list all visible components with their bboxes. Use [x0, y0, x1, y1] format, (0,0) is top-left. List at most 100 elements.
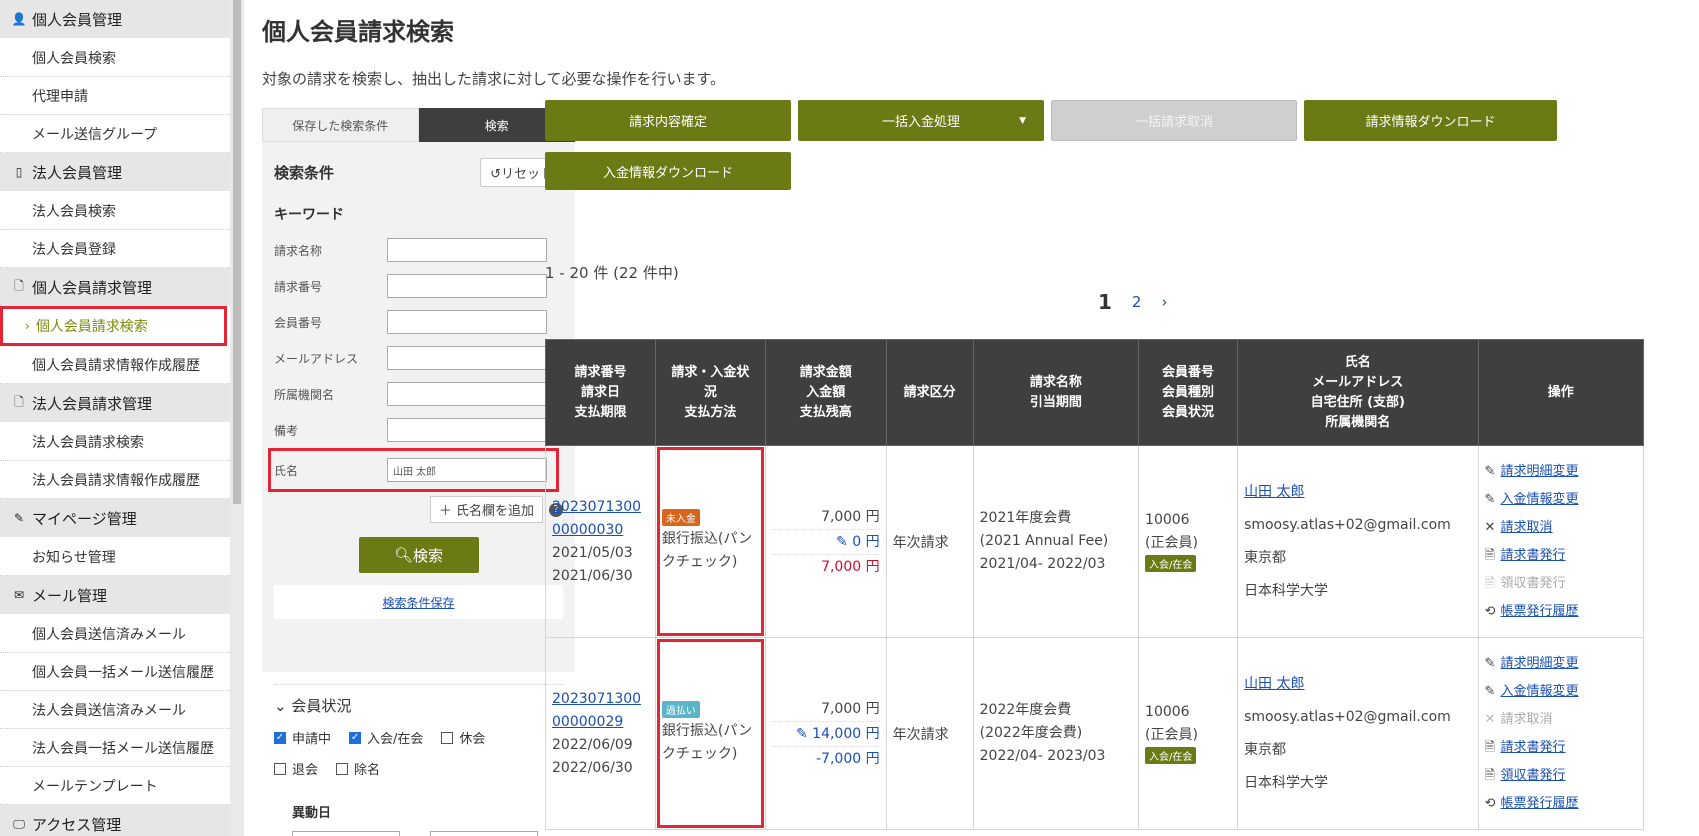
status-checkbox[interactable]: 退会	[274, 759, 318, 778]
operation-link[interactable]: 入金情報変更	[1501, 684, 1579, 699]
member-status-title[interactable]: ⌄ 会員状況	[274, 684, 563, 716]
bulk-cancel-button[interactable]: 一括請求取消	[1051, 100, 1297, 141]
status-checkbox[interactable]: 休会	[441, 728, 485, 747]
checkbox-icon[interactable]	[274, 762, 286, 775]
result-count: 1 - 20 件 (22 件中)	[545, 264, 679, 282]
sidebar-item[interactable]: 法人会員登録	[0, 230, 230, 268]
operation-link: 領収書発行	[1500, 575, 1566, 591]
billing-name: 2022年度会費	[979, 702, 1072, 718]
checkbox-icon[interactable]	[441, 731, 454, 744]
confirm-billing-button[interactable]: 請求内容確定	[545, 100, 791, 141]
field-input[interactable]	[387, 310, 547, 334]
sidebar-item[interactable]: 法人会員検索	[0, 192, 230, 230]
field-input[interactable]	[387, 274, 547, 298]
operation-link[interactable]: 請求取消	[1501, 520, 1553, 535]
operation-link[interactable]: 請求明細変更	[1501, 656, 1579, 671]
sidebar-item-label: 個人会員請求検索	[35, 319, 148, 335]
field-input[interactable]	[387, 238, 547, 262]
keyword-field-row: メールアドレス	[274, 340, 563, 376]
add-name-field-button[interactable]: ＋ 氏名欄を追加	[429, 496, 543, 523]
download-billing-button[interactable]: 請求情報ダウンロード	[1304, 100, 1557, 141]
sidebar-item-label: 法人会員一括メール送信履歴	[32, 740, 214, 757]
sidebar-item[interactable]: 個人会員請求情報作成履歴	[0, 346, 230, 384]
save-conditions-link[interactable]: 検索条件保存	[382, 594, 454, 611]
checkbox-icon[interactable]: ✓	[349, 731, 362, 744]
search-icon: 🔍︎	[393, 546, 414, 564]
person-name-link[interactable]: 山田 太郎	[1244, 668, 1471, 701]
sidebar-item[interactable]: › 個人会員請求検索	[0, 306, 227, 346]
field-input[interactable]	[387, 382, 547, 406]
checkbox-icon[interactable]: ✓	[274, 731, 286, 744]
operation-link[interactable]: 入金情報変更	[1501, 492, 1579, 507]
keyword-field-row: 氏名 山田 太郎	[268, 448, 559, 492]
field-input[interactable]	[387, 346, 547, 370]
sidebar-item[interactable]: メールテンプレート	[0, 767, 230, 805]
person-icon: 👤	[11, 12, 27, 26]
download-payment-button[interactable]: 入金情報ダウンロード	[545, 152, 791, 190]
amount-cell: 7,000 円 ✎ 0 円 7,000 円	[764, 445, 887, 638]
billing-date: 2022/06/09	[552, 736, 633, 753]
bulk-payment-button[interactable]: 一括入金処理 ▼	[798, 100, 1044, 141]
chevron-down-icon: ⌄	[274, 697, 292, 715]
operation-link[interactable]: 帳票発行履歴	[1501, 796, 1579, 811]
operation-link[interactable]: 請求書発行	[1501, 548, 1566, 563]
sidebar-item[interactable]: お知らせ管理	[0, 538, 230, 576]
column-header: 氏名 メールアドレス 自宅住所 (支部) 所属機関名	[1237, 339, 1479, 446]
sidebar-section-title: マイページ管理	[32, 509, 137, 528]
operation-link[interactable]: 請求書発行	[1501, 740, 1566, 755]
edit-icon: ✎	[836, 533, 853, 550]
column-header-line: 請求金額	[799, 364, 852, 380]
operation-link[interactable]: 請求明細変更	[1501, 464, 1579, 479]
field-input[interactable]	[387, 418, 547, 442]
status-checkbox[interactable]: 除名	[336, 759, 380, 778]
amount-cell: 7,000 円 ✎ 14,000 円 -7,000 円	[764, 637, 887, 830]
transfer-date-from[interactable]	[292, 831, 400, 836]
transfer-date-to[interactable]	[430, 831, 538, 836]
field-input[interactable]: 山田 太郎	[387, 458, 547, 482]
sidebar-item[interactable]: 法人会員請求検索	[0, 423, 230, 461]
column-header-line: 請求名称	[1029, 374, 1082, 390]
sidebar-item[interactable]: 法人会員請求情報作成履歴	[0, 461, 230, 499]
sidebar-item[interactable]: 個人会員検索	[0, 39, 230, 77]
next-page-icon[interactable]: ›	[1161, 293, 1167, 311]
sidebar-item[interactable]: メール送信グループ	[0, 115, 230, 153]
tab-saved-conditions[interactable]: 保存した検索条件	[262, 108, 419, 142]
paid-amount[interactable]: ✎ 14,000 円	[771, 722, 880, 747]
billing-period: 2021/04- 2022/03	[979, 556, 1106, 572]
sidebar-section-title: 個人会員管理	[32, 10, 123, 29]
column-header-line: 入金額	[806, 384, 846, 400]
status-checkbox[interactable]: ✓ 申請中	[274, 728, 331, 747]
keyword-field-row: 備考	[274, 412, 563, 448]
sidebar-item[interactable]: 法人会員送信済みメール	[0, 691, 230, 729]
sidebar-item[interactable]: 法人会員一括メール送信履歴	[0, 729, 230, 767]
sidebar-item-label: 代理申請	[32, 88, 88, 105]
sidebar-item-label: メール送信グループ	[32, 126, 158, 143]
due-date: 2021/06/30	[552, 567, 633, 584]
checkbox-icon[interactable]	[336, 762, 349, 775]
page-link[interactable]: 2	[1132, 293, 1142, 311]
operation-link[interactable]: 領収書発行	[1501, 768, 1566, 783]
payment-status-badge: 未入金	[661, 509, 700, 526]
confirm-billing-label: 請求内容確定	[628, 115, 707, 130]
checkbox-label: 入会/在会	[367, 732, 424, 747]
page-title: 個人会員請求検索	[262, 18, 454, 46]
sidebar-section-5: ✉ メール管理	[0, 576, 230, 615]
column-header-line: 会員種別	[1162, 384, 1215, 400]
billing-number-link[interactable]: 2023071300 00000029	[552, 688, 649, 734]
paid-amount[interactable]: ✎ 0 円	[771, 530, 880, 555]
operation-link[interactable]: 帳票発行履歴	[1501, 604, 1579, 619]
person-name-link[interactable]: 山田 太郎	[1244, 476, 1471, 509]
billing-number-link[interactable]: 2023071300 00000030	[552, 496, 649, 542]
sidebar-item[interactable]: 個人会員送信済みメール	[0, 615, 230, 653]
person-address: 東京都	[1244, 549, 1287, 566]
sidebar-item[interactable]: 個人会員一括メール送信履歴	[0, 653, 230, 691]
sidebar-item[interactable]: 代理申請	[0, 77, 230, 115]
member-status-label: 会員状況	[291, 697, 352, 715]
document-icon: 🗎	[1484, 547, 1495, 563]
sidebar-scrollbar[interactable]	[230, 0, 244, 836]
search-button[interactable]: 🔍︎ 検索	[358, 537, 479, 573]
column-header-line: メールアドレス	[1312, 374, 1404, 390]
field-label: 請求番号	[274, 279, 323, 294]
scrollbar-thumb[interactable]	[233, 0, 241, 504]
status-checkbox[interactable]: ✓ 入会/在会	[349, 728, 423, 747]
